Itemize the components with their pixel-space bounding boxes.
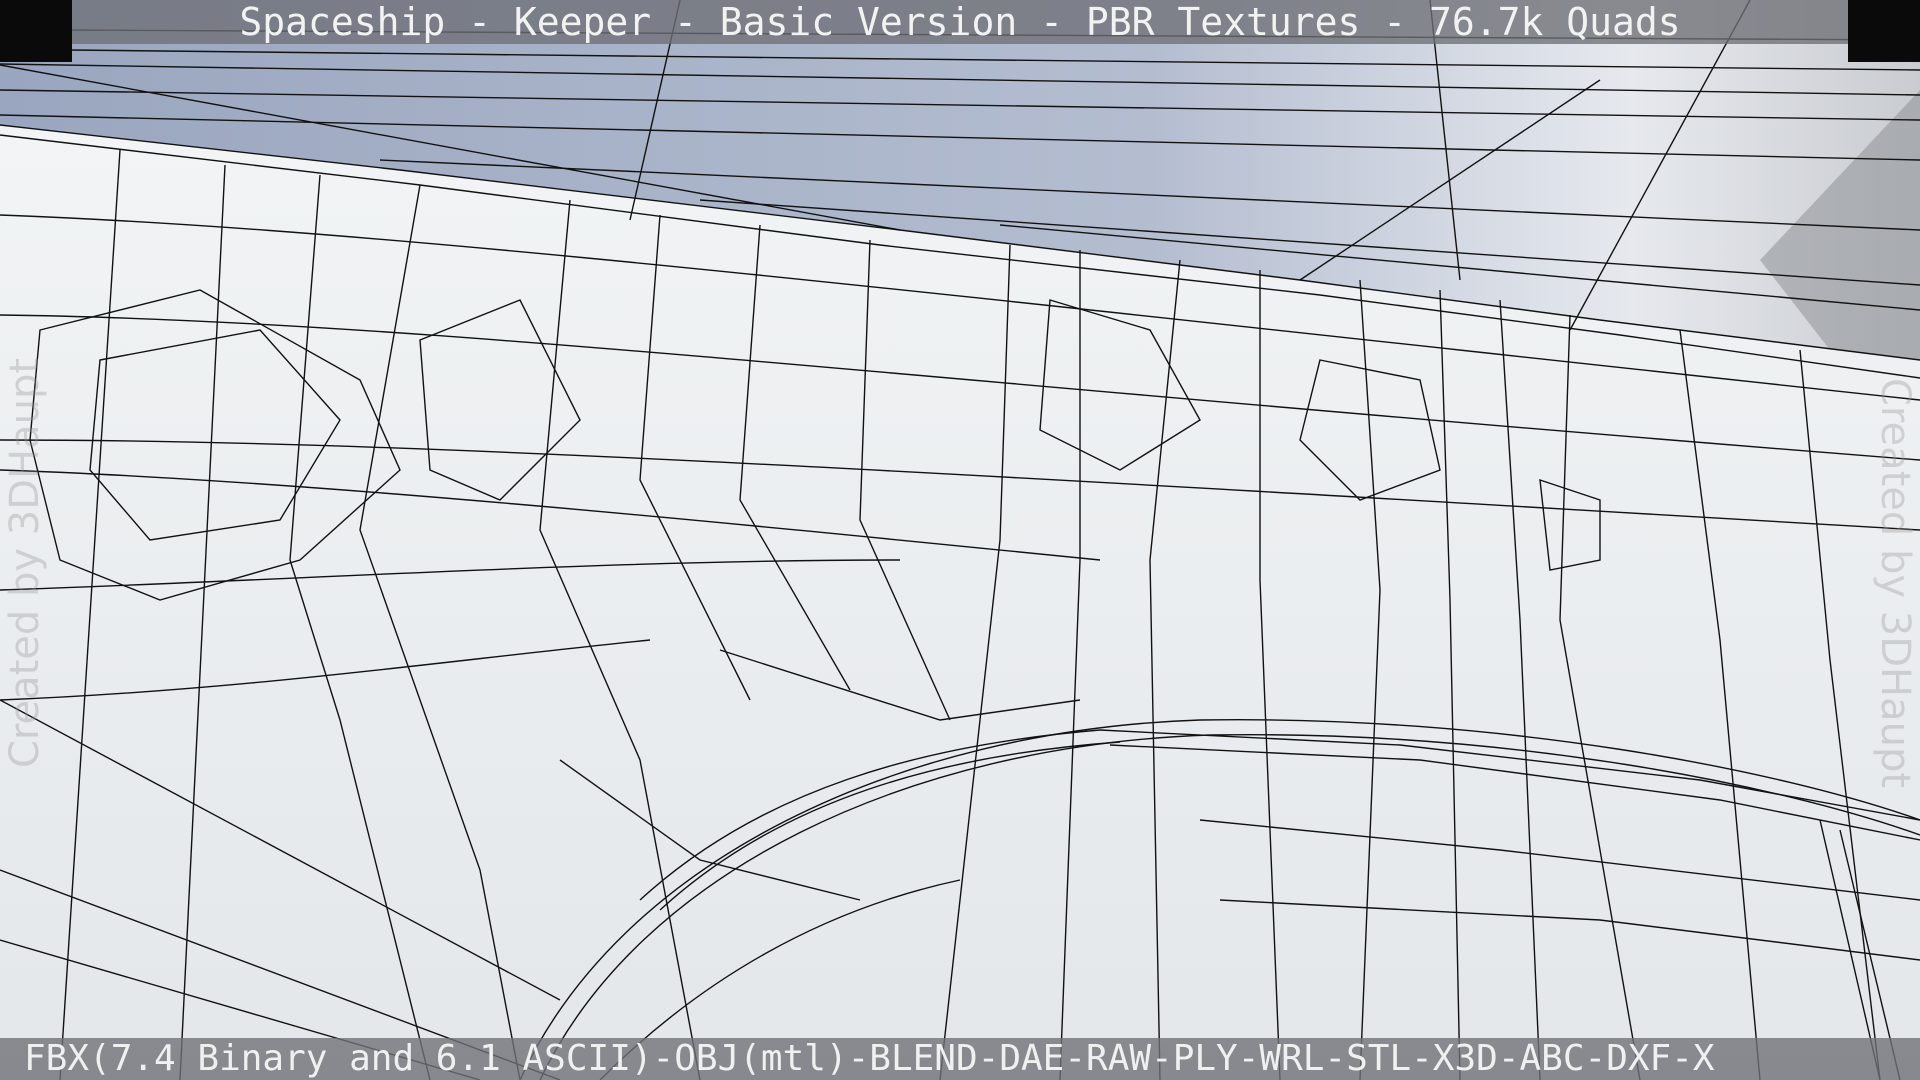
corner-mask-right — [1848, 0, 1920, 62]
file-formats-banner: FBX(7.4 Binary and 6.1 ASCII)-OBJ(mtl)-B… — [0, 1038, 1920, 1080]
title-banner: Spaceship - Keeper - Basic Version - PBR… — [72, 0, 1848, 44]
watermark-left: Created by 3DHaupt — [2, 357, 49, 769]
wireframe-viewport[interactable] — [0, 0, 1920, 1080]
corner-mask-left — [0, 0, 72, 62]
watermark-right: Created by 3DHaupt — [1871, 377, 1918, 789]
